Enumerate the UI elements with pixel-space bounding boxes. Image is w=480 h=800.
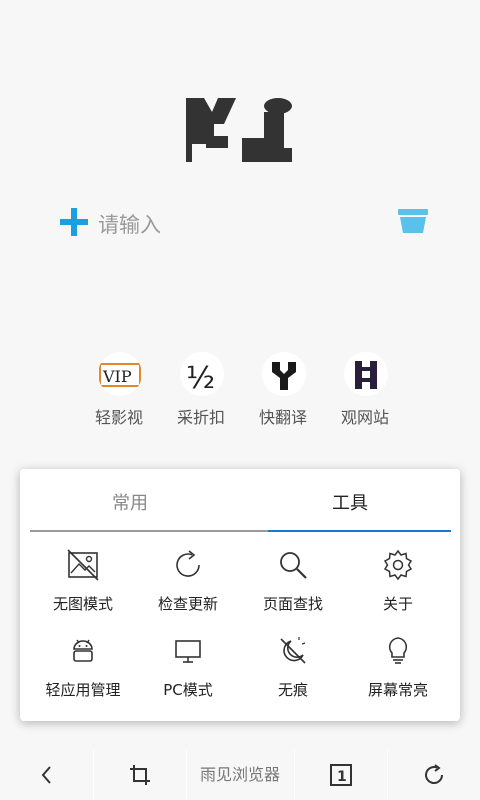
tool-pc-mode[interactable]: PC模式 (133, 635, 243, 715)
tab-divider (30, 530, 268, 532)
back-button[interactable] (0, 750, 93, 800)
svg-text:VIP: VIP (102, 367, 132, 386)
tool-screen-always-on[interactable]: 屏幕常亮 (343, 635, 453, 715)
tool-incognito[interactable]: 无痕 (238, 635, 348, 715)
lightbulb-icon (388, 637, 408, 664)
tool-find-in-page[interactable]: 页面查找 (238, 549, 348, 629)
shortcut-label: 观网站 (340, 408, 389, 427)
active-tab-indicator (268, 530, 451, 532)
monitor-icon (175, 640, 201, 663)
shortcut-label: 轻影视 (94, 408, 143, 427)
android-icon (73, 639, 93, 662)
crop-icon (130, 765, 150, 785)
svg-text:1: 1 (337, 769, 347, 785)
menu-panel: 常用 工具 无图模式 检查更新 页面查找 关于 轻应用管理 PC模式 无痕 屏幕… (20, 469, 460, 721)
app-logo (186, 98, 292, 162)
tool-label: 检查更新 (157, 595, 218, 613)
tab-tools[interactable]: 工具 (240, 469, 460, 531)
refresh-button[interactable] (388, 750, 480, 800)
half-icon: ½ (180, 352, 224, 396)
shortcut-label: 快翻译 (258, 408, 307, 427)
tool-label: 关于 (382, 595, 413, 613)
browser-title[interactable]: 雨见浏览器 (186, 750, 294, 800)
website-icon (344, 352, 388, 396)
shortcut-label: 采折扣 (176, 408, 225, 427)
chevron-left-icon (41, 766, 51, 784)
refresh-icon (176, 550, 200, 577)
gear-icon (383, 549, 413, 581)
svg-text:½: ½ (186, 361, 215, 396)
tool-label: 无图模式 (52, 595, 113, 613)
tabs-button[interactable]: 1 (295, 750, 387, 800)
shortcut-website[interactable]: 观网站 (326, 350, 404, 430)
bottom-toolbar: 雨见浏览器 1 (0, 750, 480, 800)
tab-count-icon: 1 (330, 764, 352, 786)
search-icon (280, 552, 307, 579)
shortcut-light-video[interactable]: VIP 轻影视 (80, 350, 158, 430)
tool-light-app-manage[interactable]: 轻应用管理 (28, 635, 138, 715)
tool-no-image-mode[interactable]: 无图模式 (28, 549, 138, 629)
shortcut-grid: VIP 轻影视 ½ 采折扣 快翻译 观网站 (80, 350, 400, 430)
shortcut-discount[interactable]: ½ 采折扣 (162, 350, 240, 430)
tool-label: 无痕 (277, 681, 308, 699)
search-bar[interactable]: 请输入 (58, 200, 428, 244)
tool-label: PC模式 (163, 681, 213, 699)
plus-icon[interactable] (58, 206, 90, 238)
no-image-icon (67, 549, 99, 581)
tool-label: 屏幕常亮 (367, 681, 428, 699)
vip-icon: VIP (98, 352, 142, 396)
tool-check-update[interactable]: 检查更新 (133, 549, 243, 629)
search-input[interactable]: 请输入 (98, 209, 161, 239)
trash-icon[interactable] (398, 209, 428, 233)
tool-label: 页面查找 (262, 595, 323, 613)
tab-common[interactable]: 常用 (20, 469, 240, 531)
incognito-icon (280, 637, 306, 664)
translate-icon (262, 352, 306, 396)
shortcut-translate[interactable]: 快翻译 (244, 350, 322, 430)
tool-label: 轻应用管理 (45, 681, 121, 699)
crop-button[interactable] (94, 750, 186, 800)
reload-icon (425, 764, 443, 784)
tool-about[interactable]: 关于 (343, 549, 453, 629)
